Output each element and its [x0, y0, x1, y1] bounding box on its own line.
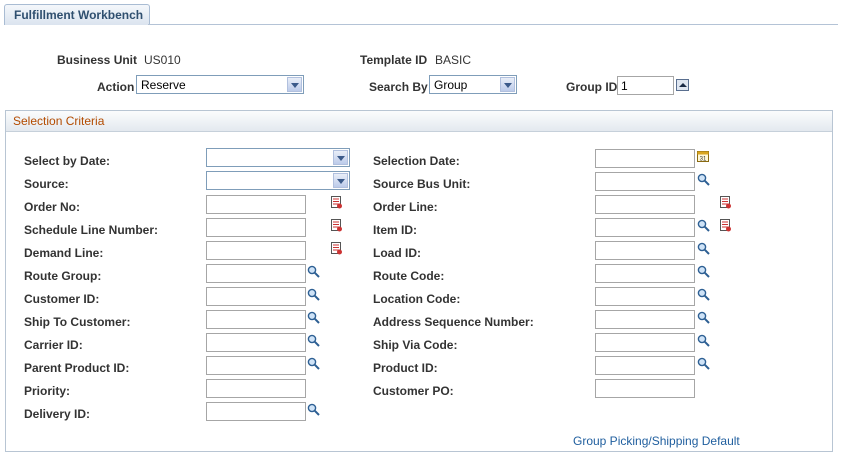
customer-po-label: Customer PO:: [373, 384, 454, 398]
schedule-line-number-label: Schedule Line Number:: [24, 223, 159, 237]
tab-divider: [148, 24, 838, 25]
order-line-label: Order Line:: [373, 200, 438, 214]
route-code-input[interactable]: [595, 264, 695, 283]
selection-criteria-title: Selection Criteria: [13, 114, 105, 128]
magnifier-icon[interactable]: [697, 265, 710, 278]
source-bus-unit-label: Source Bus Unit:: [373, 177, 471, 191]
route-group-label: Route Group:: [24, 269, 102, 283]
location-code-input[interactable]: [595, 287, 695, 306]
selection-date-label: Selection Date:: [373, 154, 460, 168]
route-group-input[interactable]: [206, 264, 306, 283]
business-unit-value: US010: [144, 53, 181, 67]
magnifier-icon[interactable]: [697, 311, 710, 324]
address-sequence-number-input[interactable]: [595, 310, 695, 329]
magnifier-icon[interactable]: [307, 403, 320, 416]
template-id-label: Template ID: [360, 53, 428, 67]
tab-label: Fulfillment Workbench: [14, 8, 144, 22]
parent-product-id-label: Parent Product ID:: [24, 361, 130, 375]
location-code-label: Location Code:: [373, 292, 461, 306]
magnifier-icon[interactable]: [697, 288, 710, 301]
order-line-input[interactable]: [595, 195, 695, 214]
magnifier-icon[interactable]: [307, 311, 320, 324]
search-by-select-value: Group: [434, 78, 468, 92]
load-id-label: Load ID:: [373, 246, 421, 260]
source-select[interactable]: [206, 171, 350, 190]
group-id-input[interactable]: 1: [617, 76, 674, 95]
magnifier-icon[interactable]: [307, 265, 320, 278]
customer-po-input[interactable]: [595, 379, 695, 398]
magnifier-icon[interactable]: [697, 357, 710, 370]
action-label: Action: [97, 80, 135, 94]
magnifier-icon[interactable]: [697, 219, 710, 232]
magnifier-icon[interactable]: [697, 173, 710, 186]
item-id-label: Item ID:: [373, 223, 418, 237]
calendar-icon[interactable]: 31: [697, 150, 710, 163]
business-unit-label: Business Unit: [57, 53, 138, 67]
source-bus-unit-input[interactable]: [595, 172, 695, 191]
ship-via-code-input[interactable]: [595, 333, 695, 352]
demand-line-label: Demand Line:: [24, 246, 104, 260]
group-id-label: Group ID: [566, 80, 618, 94]
prompt-list-icon[interactable]: [719, 196, 732, 210]
address-sequence-number-label: Address Sequence Number:: [373, 315, 534, 329]
action-select[interactable]: Reserve: [136, 75, 304, 94]
priority-label: Priority:: [24, 384, 71, 398]
calendar-icon-day: 31: [700, 157, 707, 163]
prompt-list-icon[interactable]: [330, 196, 343, 210]
load-id-input[interactable]: [595, 241, 695, 260]
ship-to-customer-label: Ship To Customer:: [24, 315, 131, 329]
customer-id-label: Customer ID:: [24, 292, 100, 306]
group-picking-shipping-default-link[interactable]: Group Picking/Shipping Default: [573, 434, 740, 448]
demand-line-input[interactable]: [206, 241, 306, 260]
customer-id-input[interactable]: [206, 287, 306, 306]
prompt-list-icon[interactable]: [719, 219, 732, 233]
carrier-id-input[interactable]: [206, 333, 306, 352]
product-id-input[interactable]: [595, 356, 695, 375]
delivery-id-input[interactable]: [206, 402, 306, 421]
action-select-value: Reserve: [141, 78, 186, 92]
delivery-id-label: Delivery ID:: [24, 407, 91, 421]
magnifier-icon[interactable]: [307, 334, 320, 347]
prompt-list-icon[interactable]: [330, 219, 343, 233]
ship-to-customer-input[interactable]: [206, 310, 306, 329]
search-by-select[interactable]: Group: [429, 75, 517, 94]
order-no-label: Order No:: [24, 200, 81, 214]
tab-fulfillment-workbench[interactable]: Fulfillment Workbench: [4, 4, 150, 25]
group-id-value: 1: [621, 79, 628, 93]
template-id-value: BASIC: [435, 53, 472, 67]
selection-date-input[interactable]: [595, 149, 695, 168]
item-id-input[interactable]: [595, 218, 695, 237]
prompt-list-icon[interactable]: [330, 242, 343, 256]
source-label: Source:: [24, 177, 69, 191]
priority-input[interactable]: [206, 379, 306, 398]
product-id-label: Product ID:: [373, 361, 438, 375]
select-by-date-label: Select by Date:: [24, 154, 111, 168]
chevron-down-icon[interactable]: [333, 173, 348, 188]
collapse-up-icon[interactable]: [676, 79, 689, 91]
order-no-input[interactable]: [206, 195, 306, 214]
route-code-label: Route Code:: [373, 269, 445, 283]
selection-criteria-header: Selection Criteria: [6, 111, 832, 132]
chevron-down-icon[interactable]: [500, 77, 515, 92]
magnifier-icon[interactable]: [697, 242, 710, 255]
magnifier-icon[interactable]: [307, 357, 320, 370]
parent-product-id-input[interactable]: [206, 356, 306, 375]
schedule-line-number-input[interactable]: [206, 218, 306, 237]
magnifier-icon[interactable]: [307, 288, 320, 301]
carrier-id-label: Carrier ID:: [24, 338, 83, 352]
magnifier-icon[interactable]: [697, 334, 710, 347]
select-by-date-select[interactable]: [206, 148, 350, 167]
ship-via-code-label: Ship Via Code:: [373, 338, 458, 352]
search-by-label: Search By: [369, 80, 428, 94]
chevron-down-icon[interactable]: [287, 77, 302, 92]
chevron-down-icon[interactable]: [333, 150, 348, 165]
